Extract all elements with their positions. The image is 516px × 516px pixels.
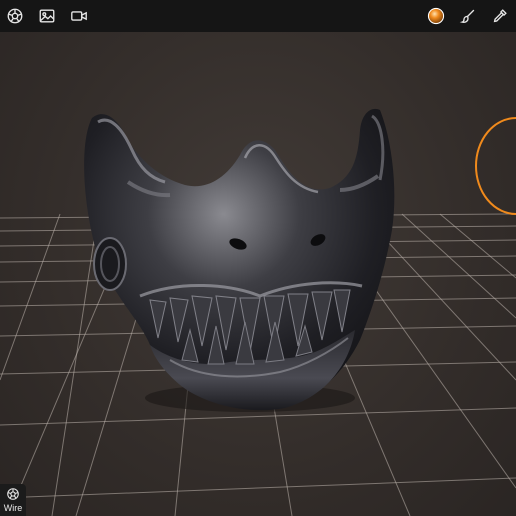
wire-toggle-button[interactable]: Wire	[0, 484, 26, 516]
eyedropper-icon[interactable]	[488, 4, 512, 28]
video-camera-icon[interactable]	[67, 4, 91, 28]
wireframe-sphere-icon	[7, 488, 19, 500]
scene-canvas[interactable]	[0, 0, 516, 516]
sculpt-app-icon[interactable]	[3, 4, 27, 28]
top-toolbar	[0, 0, 516, 32]
material-sphere-icon[interactable]	[424, 4, 448, 28]
rotation-gizmo[interactable]	[475, 117, 516, 215]
image-icon[interactable]	[35, 4, 59, 28]
3d-viewport[interactable]: Wire	[0, 0, 516, 516]
3d-mask-model[interactable]	[84, 108, 395, 412]
wire-label: Wire	[3, 503, 23, 513]
brush-icon[interactable]	[456, 4, 480, 28]
